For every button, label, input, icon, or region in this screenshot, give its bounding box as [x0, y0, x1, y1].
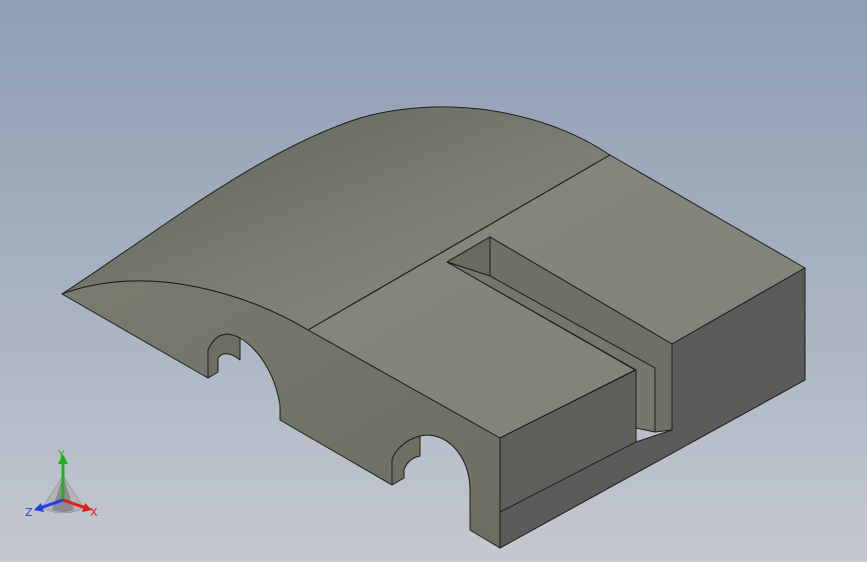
y-axis-label: Y [57, 448, 65, 461]
z-axis-label: Z [25, 506, 33, 519]
z-axis-arrow-icon [34, 503, 44, 512]
graphics-viewport[interactable]: Y X Z [0, 0, 867, 562]
model-3d-view[interactable] [0, 0, 867, 562]
x-axis-label: X [90, 506, 98, 519]
view-orientation-triad[interactable]: Y X Z [22, 448, 104, 524]
